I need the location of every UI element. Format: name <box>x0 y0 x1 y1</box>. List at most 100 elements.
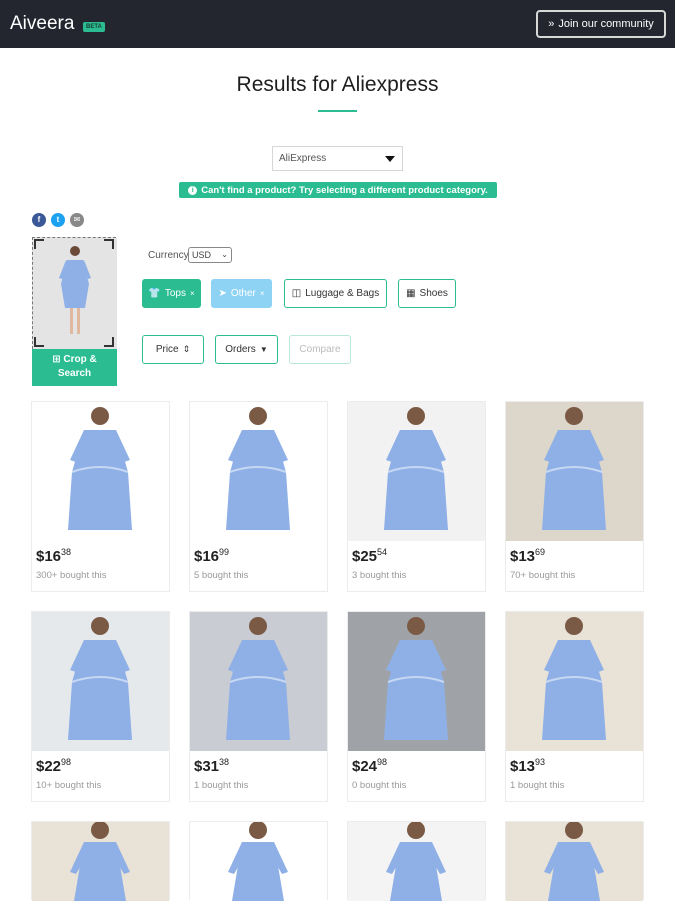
close-icon[interactable]: × <box>260 289 265 298</box>
price-dollars: $16 <box>36 548 62 565</box>
product-price: $1699 <box>194 547 229 565</box>
crop-image-panel[interactable] <box>32 237 117 350</box>
chevron-down-icon: ⌄ <box>221 250 228 259</box>
currency-label: Currency <box>148 250 189 261</box>
sort-orders-label: Orders <box>225 344 256 355</box>
join-community-button[interactable]: » Join our community <box>536 10 666 38</box>
product-card[interactable] <box>347 821 486 901</box>
product-card[interactable]: $2554 3 bought this <box>347 401 486 592</box>
price-cents: 38 <box>61 547 72 557</box>
info-icon: i <box>188 185 198 195</box>
crop-handle[interactable] <box>104 337 114 347</box>
product-image[interactable] <box>190 612 327 751</box>
product-price: $2498 <box>352 757 387 775</box>
category-shoes-button[interactable]: ▦ Shoes <box>398 279 456 308</box>
close-icon[interactable]: × <box>190 289 195 298</box>
join-community-label: Join our community <box>558 18 654 30</box>
product-price: $1369 <box>510 547 545 565</box>
product-card[interactable]: $1638 300+ bought this <box>31 401 170 592</box>
price-dollars: $24 <box>352 758 378 775</box>
product-card[interactable] <box>189 821 328 901</box>
category-shoes-label: Shoes <box>419 288 448 299</box>
price-dollars: $13 <box>510 758 536 775</box>
category-notice: i Can't find a product? Try selecting a … <box>179 182 497 198</box>
price-dollars: $25 <box>352 548 378 565</box>
sort-icon: ⇕ <box>182 344 191 354</box>
price-cents: 98 <box>61 757 72 767</box>
sort-orders-button[interactable]: Orders ▼ <box>215 335 278 364</box>
product-price: $1638 <box>36 547 71 565</box>
bought-count: 0 bought this <box>352 780 407 791</box>
bought-count: 3 bought this <box>352 570 407 581</box>
bought-count: 70+ bought this <box>510 570 576 581</box>
price-cents: 38 <box>219 757 230 767</box>
bought-count: 1 bought this <box>510 780 565 791</box>
twitter-icon[interactable]: t <box>51 213 65 227</box>
product-card[interactable]: $2298 10+ bought this <box>31 611 170 802</box>
price-dollars: $16 <box>194 548 220 565</box>
crop-handle[interactable] <box>104 239 114 249</box>
sort-price-button[interactable]: Price ⇕ <box>142 335 204 364</box>
product-image[interactable] <box>506 822 643 901</box>
product-image[interactable] <box>348 402 485 541</box>
bought-count: 5 bought this <box>194 570 249 581</box>
product-image[interactable] <box>348 822 485 901</box>
product-card[interactable] <box>31 821 170 901</box>
sort-price-label: Price <box>155 344 179 355</box>
product-image[interactable] <box>32 402 169 541</box>
product-card[interactable]: $1393 1 bought this <box>505 611 644 802</box>
category-other-button[interactable]: ➤ Other × <box>211 279 272 308</box>
product-image[interactable] <box>32 822 169 901</box>
product-image[interactable] <box>190 402 327 541</box>
crop-and-search-button[interactable]: ⊞ Crop & Search <box>32 349 117 386</box>
price-cents: 54 <box>377 547 388 557</box>
price-dollars: $13 <box>510 548 536 565</box>
facebook-icon[interactable]: f <box>32 213 46 227</box>
crop-icon: ⊞ <box>52 354 61 365</box>
notice-text: Can't find a product? Try selecting a di… <box>201 184 488 196</box>
category-tops-button[interactable]: 👕 Tops × <box>142 279 201 308</box>
store-select[interactable]: AliExpress <box>272 146 403 171</box>
title-underline <box>318 110 357 112</box>
caret-down-icon <box>385 156 395 162</box>
product-image[interactable] <box>348 612 485 751</box>
shirt-icon: 👕 <box>148 288 161 299</box>
product-card[interactable]: $3138 1 bought this <box>189 611 328 802</box>
crop-handle[interactable] <box>34 337 44 347</box>
category-luggage-button[interactable]: ◫ Luggage & Bags <box>284 279 387 308</box>
category-tops-label: Tops <box>164 288 186 299</box>
product-image[interactable] <box>32 612 169 751</box>
page-title: Results for Aliexpress <box>236 73 439 96</box>
shoe-icon: ▦ <box>406 288 416 299</box>
product-card[interactable]: $1369 70+ bought this <box>505 401 644 592</box>
product-image[interactable] <box>190 822 327 901</box>
crop-label-line2: Search <box>57 368 92 379</box>
bought-count: 1 bought this <box>194 780 249 791</box>
crop-label-line1: Crop & <box>63 354 97 365</box>
tag-icon: ➤ <box>218 288 227 299</box>
compare-label: Compare <box>299 344 341 355</box>
product-card[interactable] <box>505 821 644 901</box>
product-card[interactable]: $1699 5 bought this <box>189 401 328 592</box>
price-cents: 93 <box>535 757 546 767</box>
email-icon[interactable]: ✉ <box>70 213 84 227</box>
product-card[interactable]: $2498 0 bought this <box>347 611 486 802</box>
crop-handle[interactable] <box>34 239 44 249</box>
price-cents: 69 <box>535 547 546 557</box>
bought-count: 10+ bought this <box>36 780 102 791</box>
beta-badge: BETA <box>83 22 105 32</box>
category-luggage-label: Luggage & Bags <box>305 288 380 299</box>
product-price: $2298 <box>36 757 71 775</box>
product-image[interactable] <box>506 612 643 751</box>
currency-value: USD <box>192 250 212 260</box>
price-dollars: $22 <box>36 758 62 775</box>
currency-select[interactable]: USD ⌄ <box>188 247 232 263</box>
category-other-label: Other <box>230 288 256 299</box>
bag-icon: ◫ <box>291 288 302 299</box>
price-cents: 98 <box>377 757 388 767</box>
product-price: $2554 <box>352 547 387 565</box>
compare-button[interactable]: Compare <box>289 335 351 364</box>
brand-logo[interactable]: Aiveera <box>10 13 74 35</box>
top-navbar: Aiveera BETA » Join our community <box>0 0 675 48</box>
product-image[interactable] <box>506 402 643 541</box>
